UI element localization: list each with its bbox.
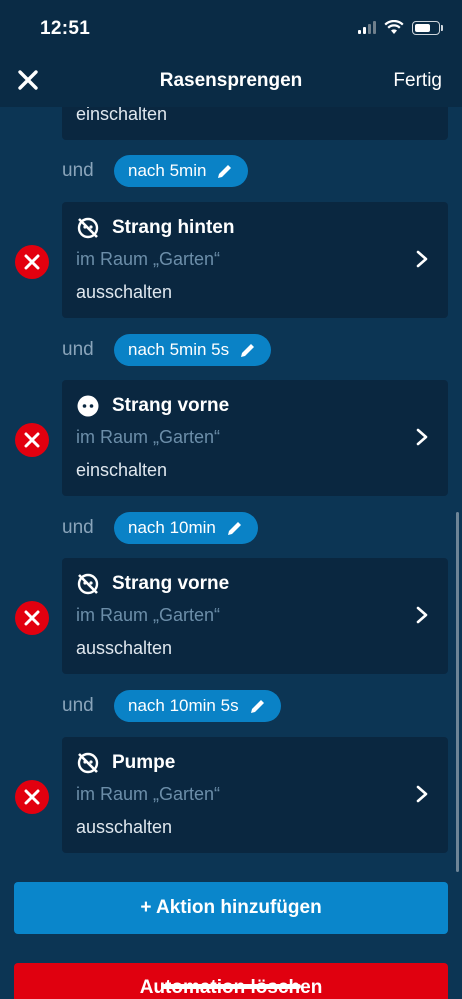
- close-icon: [24, 610, 40, 626]
- remove-action-button[interactable]: [15, 601, 49, 635]
- socket-off-icon: [77, 217, 99, 239]
- close-icon: [24, 254, 40, 270]
- connector-word: und: [62, 160, 94, 181]
- pencil-icon: [218, 165, 232, 178]
- battery-icon: [412, 20, 443, 35]
- card-title: Strang vorne: [112, 573, 230, 594]
- socket-icon: [77, 395, 99, 417]
- chevron-right-icon: [416, 606, 428, 624]
- remove-action-button[interactable]: [15, 780, 49, 814]
- card-action: einschalten: [76, 104, 168, 124]
- pencil-icon: [227, 522, 241, 535]
- delay-text: nach 5min 5s: [128, 340, 230, 359]
- delay-connector: und nach 5min: [62, 155, 249, 187]
- connector-word: und: [62, 517, 94, 538]
- chevron-right-icon: [416, 785, 428, 803]
- delay-text: nach 5min: [128, 161, 207, 180]
- action-card[interactable]: Strang vorne im Raum „Garten“ ausschalte…: [62, 558, 448, 674]
- socket-off-icon: [77, 752, 99, 774]
- card-room: im Raum „Garten“: [76, 605, 221, 625]
- card-room: im Raum „Garten“: [76, 784, 221, 804]
- pencil-icon: [241, 344, 255, 357]
- delay-connector: und nach 5min 5s: [62, 334, 272, 366]
- automation-content: einschalten und nach 5min Strang hinten …: [0, 0, 462, 999]
- card-room: im Raum „Garten“: [76, 249, 221, 269]
- pencil-icon: [250, 700, 264, 713]
- delay-connector: und nach 10min 5s: [62, 690, 281, 722]
- action-card[interactable]: Pumpe im Raum „Garten“ ausschalten: [62, 737, 448, 853]
- delay-text: nach 10min 5s: [128, 696, 239, 715]
- action-card[interactable]: Strang vorne im Raum „Garten“ einschalte…: [62, 380, 448, 496]
- card-title: Pumpe: [112, 752, 176, 773]
- delay-pill[interactable]: nach 5min: [114, 155, 249, 187]
- chevron-right-icon: [416, 428, 428, 446]
- connector-word: und: [62, 339, 94, 360]
- home-indicator[interactable]: [161, 984, 301, 989]
- card-header: Strang hinten: [76, 216, 234, 240]
- card-action: ausschalten: [76, 282, 173, 302]
- delay-text: nach 10min: [128, 518, 216, 537]
- delay-pill[interactable]: nach 10min 5s: [114, 690, 281, 722]
- action-card[interactable]: Strang hinten im Raum „Garten“ ausschalt…: [62, 202, 448, 318]
- top-bar: 12:51 Rasensprengen Fertig: [0, 0, 462, 107]
- screen: { "status_bar": { "time": "12:51" }, "na…: [0, 0, 462, 999]
- scrollbar[interactable]: [456, 512, 459, 872]
- socket-off-icon: [77, 573, 99, 595]
- status-icons: [358, 20, 443, 35]
- delay-pill[interactable]: nach 10min: [114, 512, 258, 544]
- card-room: im Raum „Garten“: [76, 427, 221, 447]
- remove-action-button[interactable]: [15, 423, 49, 457]
- remove-action-button[interactable]: [15, 245, 49, 279]
- add-action-button[interactable]: + Aktion hinzufügen: [14, 882, 448, 934]
- done-button[interactable]: Fertig: [393, 70, 442, 92]
- card-action: ausschalten: [76, 817, 173, 837]
- wifi-icon: [384, 20, 404, 34]
- card-header: Strang vorne: [76, 572, 229, 596]
- chevron-right-icon: [416, 250, 428, 268]
- delay-pill[interactable]: nach 5min 5s: [114, 334, 272, 366]
- card-action: einschalten: [76, 460, 168, 480]
- delete-automation-button[interactable]: Automation löschen: [14, 963, 448, 999]
- card-action: ausschalten: [76, 638, 173, 658]
- close-icon: [24, 789, 40, 805]
- delay-connector: und nach 10min: [62, 512, 258, 544]
- close-icon: [24, 432, 40, 448]
- card-header: Pumpe: [76, 751, 175, 775]
- card-title: Strang vorne: [112, 395, 230, 416]
- status-time: 12:51: [40, 18, 91, 39]
- connector-word: und: [62, 695, 94, 716]
- card-header: Strang vorne: [76, 394, 229, 418]
- card-title: Strang hinten: [112, 217, 235, 238]
- cellular-signal-icon: [358, 21, 376, 34]
